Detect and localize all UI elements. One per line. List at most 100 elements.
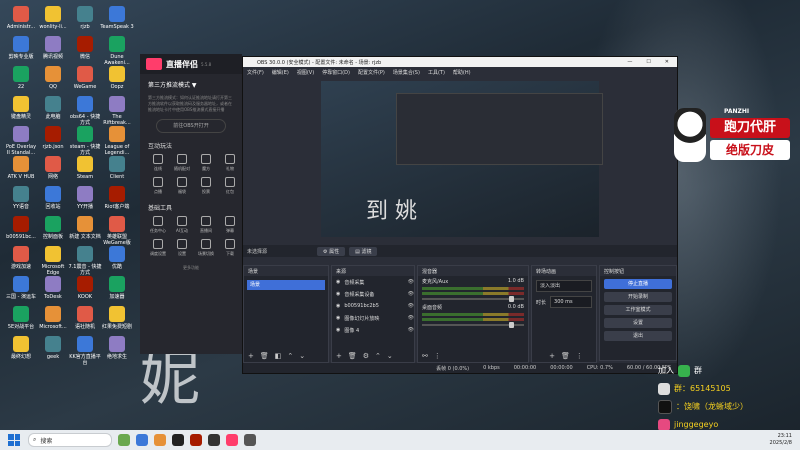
visibility-icon[interactable]: 👁 [408,315,414,321]
menu-item[interactable]: 工具(T) [428,69,445,76]
add-icon[interactable]: + [549,352,555,360]
source-item[interactable]: ◉ 图像幻灯片放映 👁 [332,312,414,324]
exit-button[interactable]: 退出 [604,331,672,341]
desktop-icon[interactable]: Riot客户端 [100,186,134,210]
desktop-icon[interactable]: 语社随机 [68,306,102,330]
desktop-icon[interactable]: 5E对战平台 [4,306,38,330]
desktop-icon[interactable]: 此电脑 [36,96,70,120]
feature-button[interactable]: 下载 [218,239,242,257]
desktop-icon[interactable]: wonlity-li... [36,6,70,30]
stream-mode-dropdown[interactable]: 第三方推流模式 ▼ [148,80,234,89]
add-icon[interactable]: + [336,352,342,360]
visibility-icon[interactable]: 👁 [408,327,414,333]
feature-button[interactable]: 福袋 [170,177,194,195]
desktop-icon[interactable]: Steam [68,156,102,180]
move-down-icon[interactable]: ⌄ [299,352,305,360]
properties-button[interactable]: ⚙ 属性 [317,246,346,256]
desktop-icon[interactable]: 最终幻想 [4,336,38,360]
visibility-icon[interactable]: 👁 [408,291,414,297]
gear-icon[interactable]: ⚙ [363,352,369,360]
desktop-icon[interactable]: KK官方直播平台 [68,336,102,366]
add-icon[interactable]: + [248,352,254,360]
menu-item[interactable]: 视图(V) [297,69,314,76]
menu-item[interactable]: 停靠窗口(D) [322,69,350,76]
feature-button[interactable]: 随机配对 [170,154,194,172]
scene-item[interactable]: 场景 [247,280,325,290]
desktop-icon[interactable]: 绝地求生 [100,336,134,360]
visibility-icon[interactable]: 👁 [408,303,414,309]
move-up-icon[interactable]: ⌃ [287,352,293,360]
desktop-icon[interactable]: 游戏加速 [4,246,38,270]
desktop-icon[interactable]: Dune Awakeni... [100,36,134,66]
menu-item[interactable]: 编辑(E) [272,69,289,76]
desktop-icon[interactable]: 网络 [36,156,70,180]
desktop-icon[interactable]: 新建 文本文档 [68,216,102,240]
desktop-icon[interactable]: geek [36,336,70,360]
taskbar-search[interactable]: ⌕ 搜索 [28,433,112,447]
volume-slider[interactable] [422,296,524,302]
desktop-icon[interactable]: Oopz [100,66,134,90]
app-icon[interactable] [244,434,256,446]
edge-icon[interactable] [136,434,148,446]
duration-input[interactable]: 300 ms [550,296,592,308]
desktop-icon[interactable]: League of Legendi... [100,126,134,156]
desktop-icon[interactable]: QQ [36,66,70,90]
desktop-icon[interactable]: PoE Overlay II Standal... [4,126,38,156]
menu-item[interactable]: 场景集合(S) [393,69,420,76]
move-down-icon[interactable]: ⌄ [387,352,393,360]
desktop-icon[interactable]: rjzb [68,6,102,30]
obs-taskbar-icon[interactable] [172,434,184,446]
feature-button[interactable]: 场景切换 [194,239,218,257]
trash-icon[interactable]: 🗑 [348,352,357,360]
feature-button[interactable]: 直播间 [194,216,218,234]
desktop-icon[interactable]: 微信 [68,36,102,60]
trash-icon[interactable]: 🗑 [260,352,269,360]
desktop-icon[interactable]: 剪映专业版 [4,36,38,60]
visibility-icon[interactable]: 👁 [408,279,414,285]
desktop-icon[interactable]: steam - 快捷方式 [68,126,102,156]
desktop-icon[interactable]: 三国 - 演运车 [4,276,38,300]
source-item[interactable]: ◉ b00591bc2b5 👁 [332,300,414,312]
source-item[interactable]: ◉ 音频采集设备 👁 [332,288,414,300]
desktop-icon[interactable]: YY语音 [4,186,38,210]
feature-button[interactable]: AI互动 [170,216,194,234]
desktop-icon[interactable]: ToDesk [36,276,70,300]
desktop-icon[interactable]: YY开播 [68,186,102,210]
desktop-icon[interactable]: Microsoft Edge [36,246,70,276]
desktop-icon[interactable]: 键盘精灵 [4,96,38,120]
source-item[interactable]: ◉ 图像 4 👁 [332,324,414,336]
link-icon[interactable]: ⚯ [422,352,428,360]
start-record-button[interactable]: 开始录制 [604,292,672,302]
desktop-icon[interactable]: Client [100,156,134,180]
close-icon[interactable]: ✕ [665,59,669,65]
feature-button[interactable]: 魔方 [194,154,218,172]
desktop-icon[interactable]: TeamSpeak 3 [100,6,134,30]
stop-stream-button[interactable]: 停止直播 [604,279,672,289]
filters-button[interactable]: ▤ 滤镜 [349,246,378,256]
desktop-icon[interactable]: WeGame [68,66,102,90]
trash-icon[interactable]: 🗑 [561,352,570,360]
obs-preview[interactable]: 到 姚 [321,81,603,237]
desktop-icon[interactable]: 腾讯视频 [36,36,70,60]
app-icon[interactable] [190,434,202,446]
desktop-icon[interactable]: Microsoft... [36,306,70,330]
file-explorer-icon[interactable] [118,434,130,446]
maximize-icon[interactable]: ☐ [646,59,650,65]
desktop-icon[interactable]: 优酷 [100,246,134,270]
more-features-link[interactable]: 更多功能 [140,265,242,271]
zhibo-taskbar-icon[interactable] [226,434,238,446]
settings-button[interactable]: 设置 [604,318,672,328]
desktop-icon[interactable]: rjzb.json [36,126,70,150]
desktop-icon[interactable]: ATK V HUB [4,156,38,180]
desktop-icon[interactable]: KOOK [68,276,102,300]
menu-item[interactable]: 帮助(H) [453,69,471,76]
desktop-icon[interactable]: 7.1震音 - 快捷方式 [68,246,102,276]
desktop-icon[interactable]: 加速器 [100,276,134,300]
desktop-icon[interactable]: obs64 - 快捷方式 [68,96,102,126]
menu-icon[interactable]: ⋮ [434,352,441,360]
filter-icon[interactable]: ◧ [275,352,282,360]
menu-icon[interactable]: ⋮ [576,352,583,360]
feature-button[interactable]: 投票 [194,177,218,195]
desktop-icon[interactable]: 红果免费短剧 [100,306,134,330]
feature-button[interactable]: 礼物 [218,154,242,172]
